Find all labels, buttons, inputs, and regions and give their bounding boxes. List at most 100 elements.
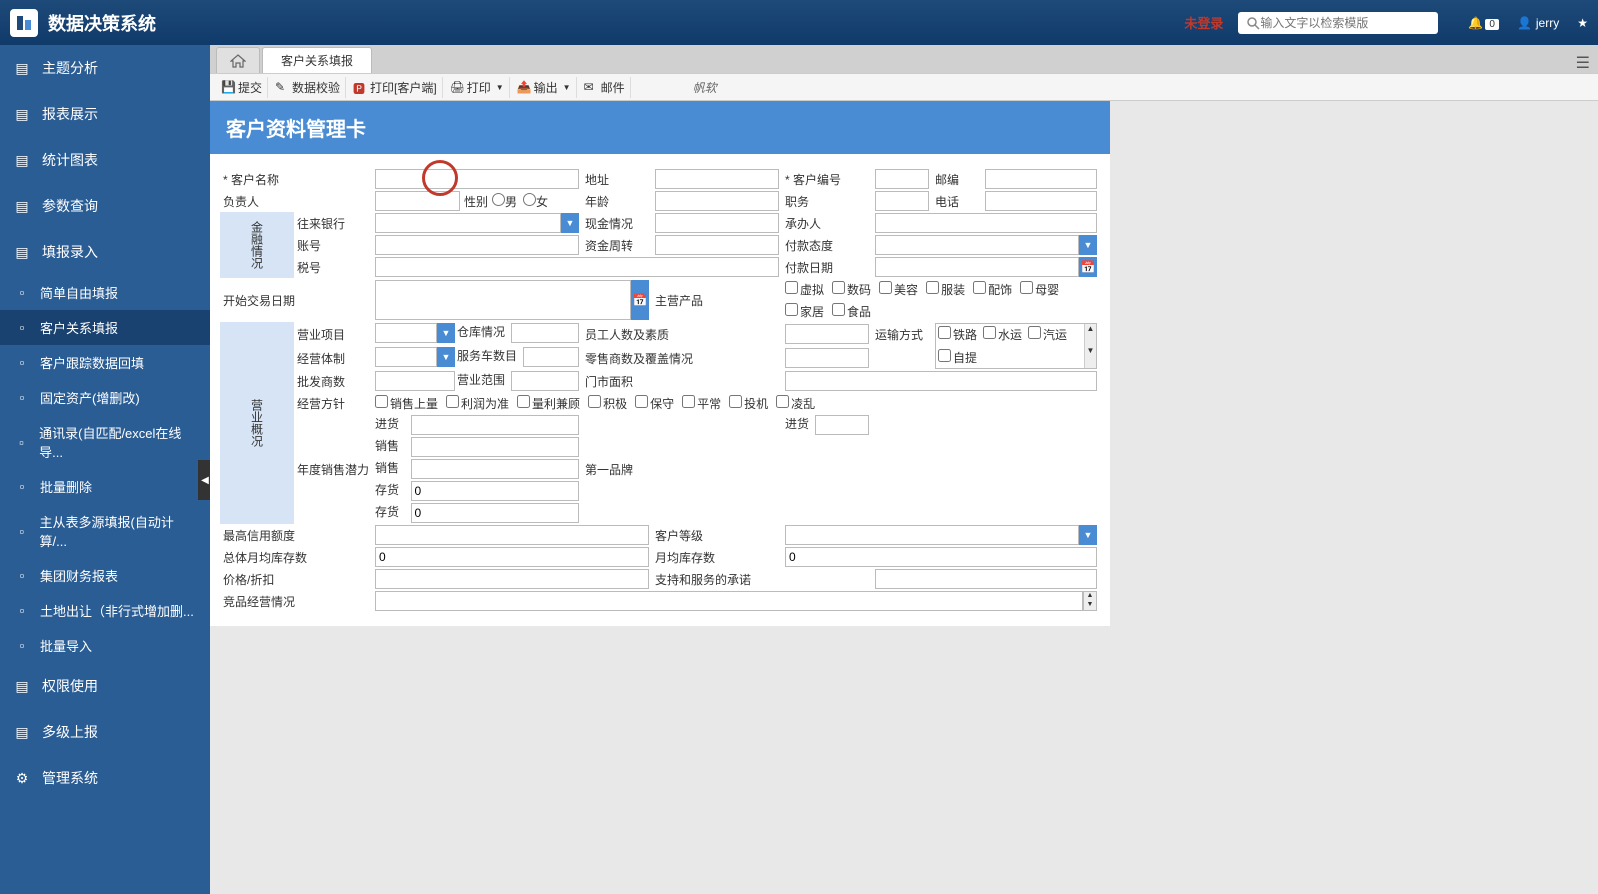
cash-input[interactable] [655,213,779,233]
postcode-input[interactable] [985,169,1097,189]
sidebar-item-report[interactable]: ▤报表展示 [0,91,210,137]
pol-both-checkbox[interactable]: 量利兼顾 [517,395,580,412]
pol-chaos-checkbox[interactable]: 凌乱 [776,395,815,412]
total-monthly-stock-input[interactable] [375,547,649,567]
transport-scroll-up[interactable]: ▲ [1085,324,1096,346]
stock-1-input[interactable] [411,481,580,501]
export-button[interactable]: 📤输出▼ [512,77,577,98]
sidebar-item-admin[interactable]: ⚙管理系统 [0,755,210,801]
gender-male-radio[interactable]: 男 [492,193,517,210]
biz-item-select[interactable] [375,323,437,343]
start-date-calendar-button[interactable]: 📅 [631,280,649,320]
cat-baby-checkbox[interactable]: 母婴 [1020,281,1059,298]
payment-attitude-select[interactable] [875,235,1079,255]
sidebar-item-theme[interactable]: ▤主题分析 [0,45,210,91]
staff-input[interactable] [785,324,869,344]
warehouse-input[interactable] [511,323,579,343]
payment-attitude-dropdown-button[interactable]: ▼ [1079,235,1097,255]
sidebar-collapse-button[interactable]: ◀ [198,460,210,500]
bank-select[interactable] [375,213,561,233]
biz-item-dropdown-button[interactable]: ▼ [437,323,455,343]
user-menu[interactable]: 👤jerry [1517,16,1559,30]
cat-digital-checkbox[interactable]: 数码 [832,281,871,298]
sidebar-item-multilevel[interactable]: ▤多级上报 [0,709,210,755]
competitor-spin-down[interactable]: ▼ [1084,601,1096,610]
sidebar-sub-assets[interactable]: ▫固定资产(增删改) [0,380,210,415]
print-client-button[interactable]: 🅿打印[客户端] [348,77,443,98]
gender-female-radio[interactable]: 女 [523,193,548,210]
customer-level-select[interactable] [785,525,1079,545]
sidebar-sub-simple-entry[interactable]: ▫简单自由填报 [0,275,210,310]
payment-date-input[interactable] [875,257,1079,277]
sidebar-item-entry[interactable]: ▤填报录入 [0,229,210,275]
submit-button[interactable]: 💾提交 [216,77,268,98]
competitor-input[interactable] [375,591,1083,611]
account-input[interactable] [375,235,579,255]
customer-name-input[interactable] [375,169,579,189]
capital-turnover-input[interactable] [655,235,779,255]
email-button[interactable]: ✉邮件 [579,77,631,98]
sidebar-item-params[interactable]: ▤参数查询 [0,183,210,229]
tab-menu-button[interactable]: ☰ [1576,53,1590,73]
pol-conservative-checkbox[interactable]: 保守 [635,395,674,412]
trans-rail-checkbox[interactable]: 铁路 [938,326,977,343]
monthly-stock-input[interactable] [785,547,1097,567]
phone-input[interactable] [985,191,1097,211]
biz-system-select[interactable] [375,347,437,367]
tax-no-input[interactable] [375,257,779,277]
pol-profit-checkbox[interactable]: 利润为准 [446,395,509,412]
cat-accessory-checkbox[interactable]: 配饰 [973,281,1012,298]
stock-2-input[interactable] [411,503,580,523]
max-credit-input[interactable] [375,525,649,545]
sidebar-sub-group-finance[interactable]: ▫集团财务报表 [0,558,210,593]
cat-beauty-checkbox[interactable]: 美容 [879,281,918,298]
sidebar-sub-tracking[interactable]: ▫客户跟踪数据回填 [0,345,210,380]
sidebar-sub-master-detail[interactable]: ▫主从表多源填报(自动计算/... [0,504,210,558]
trans-water-checkbox[interactable]: 水运 [983,326,1022,343]
owner-input[interactable] [375,191,460,211]
position-input[interactable] [875,191,929,211]
validate-button[interactable]: ✎数据校验 [270,77,346,98]
customer-level-dropdown-button[interactable]: ▼ [1079,525,1097,545]
tab-home[interactable] [216,47,260,73]
cat-clothing-checkbox[interactable]: 服装 [926,281,965,298]
support-commitment-input[interactable] [875,569,1097,589]
pol-speculative-checkbox[interactable]: 投机 [729,395,768,412]
age-input[interactable] [655,191,779,211]
sales-2-input[interactable] [411,459,580,479]
sidebar-item-stats[interactable]: ▤统计图表 [0,137,210,183]
sales-1-input[interactable] [411,437,580,457]
competitor-spin-up[interactable]: ▲ [1084,592,1096,601]
wholesale-count-input[interactable] [375,371,455,391]
sidebar-sub-batch-delete[interactable]: ▫批量删除 [0,469,210,504]
trans-self-checkbox[interactable]: 自提 [938,349,977,366]
sidebar-sub-batch-import[interactable]: ▫批量导入 [0,628,210,663]
service-cars-input[interactable] [523,347,579,367]
retail-coverage-input[interactable] [785,348,869,368]
customer-no-input[interactable] [875,169,929,189]
sidebar-sub-customer-entry[interactable]: ▫客户关系填报 [0,310,210,345]
tab-customer-entry[interactable]: 客户关系填报 [262,47,372,73]
payment-date-calendar-button[interactable]: 📅 [1079,257,1097,277]
incoming-1-input[interactable] [411,415,580,435]
transport-scroll-down[interactable]: ▼ [1085,346,1096,368]
template-search[interactable] [1238,12,1438,34]
cat-food-checkbox[interactable]: 食品 [832,303,871,320]
incoming-2-input[interactable] [815,415,869,435]
print-button[interactable]: 🖨打印▼ [445,77,510,98]
pol-normal-checkbox[interactable]: 平常 [682,395,721,412]
notification-button[interactable]: 🔔0 [1468,16,1499,30]
address-input[interactable] [655,169,779,189]
cat-virtual-checkbox[interactable]: 虚拟 [785,281,824,298]
login-status[interactable]: 未登录 [1184,13,1223,32]
store-area-input[interactable] [785,371,1097,391]
price-discount-input[interactable] [375,569,649,589]
handler-input[interactable] [875,213,1097,233]
cat-home-checkbox[interactable]: 家居 [785,303,824,320]
start-date-input[interactable] [375,280,631,320]
form-scroll-area[interactable]: 客户资料管理卡 客户名称 地址 客户编号 邮编 [210,101,1598,626]
biz-scope-input[interactable] [511,371,579,391]
bank-dropdown-button[interactable]: ▼ [561,213,579,233]
pol-active-checkbox[interactable]: 积极 [588,395,627,412]
trans-car-checkbox[interactable]: 汽运 [1028,326,1067,343]
